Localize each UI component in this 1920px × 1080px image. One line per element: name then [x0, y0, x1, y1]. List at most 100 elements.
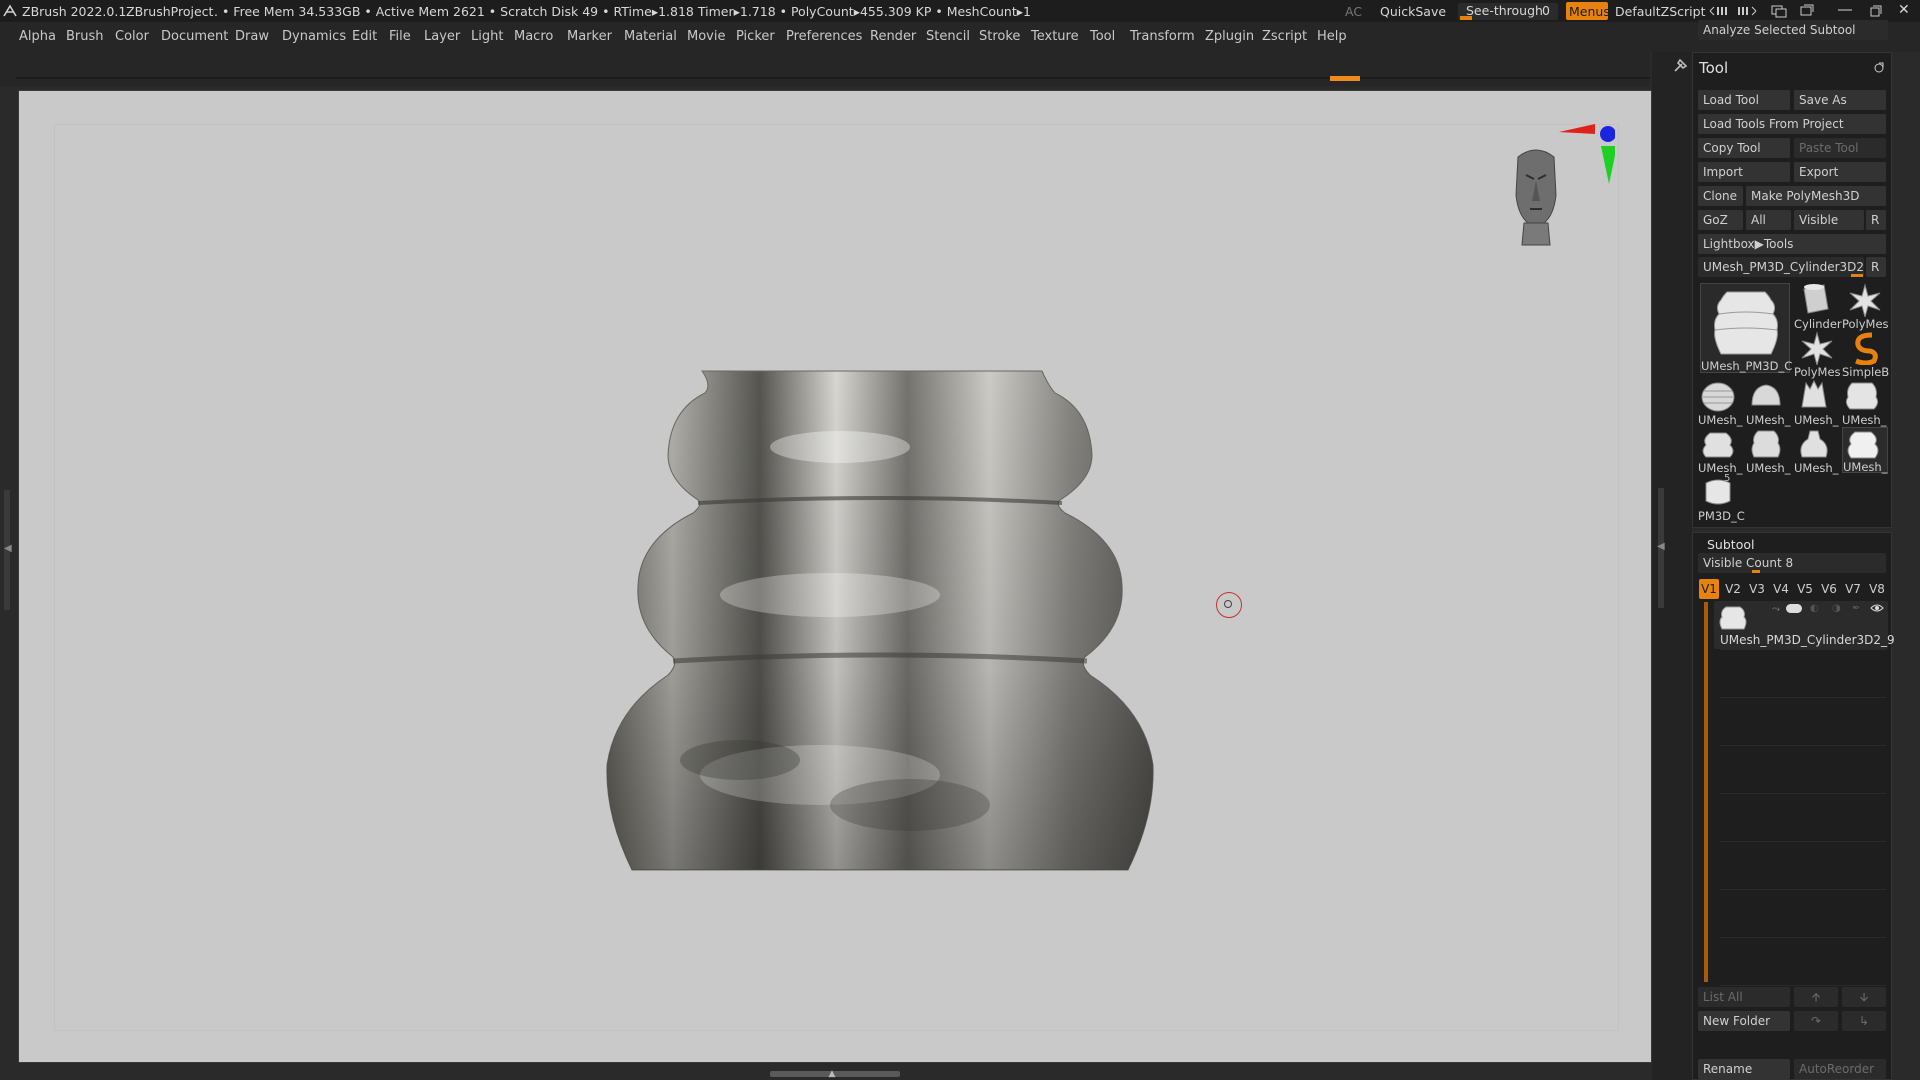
minimize-icon[interactable]: ― [1838, 2, 1852, 18]
new-folder-button[interactable]: New Folder [1698, 1011, 1790, 1031]
menu-movie[interactable]: Movie [687, 29, 725, 44]
layout-right-icon[interactable] [1736, 5, 1758, 17]
tool-thumb-polymesh-2[interactable]: PolyMes [1794, 331, 1841, 379]
axis-gizmo-icon[interactable] [1555, 120, 1615, 190]
version-tab-v5[interactable]: V5 [1795, 579, 1815, 599]
folder-up-icon[interactable]: ↷ [1794, 1011, 1838, 1031]
right-tray-arrow-icon[interactable]: ◀ [1657, 541, 1665, 552]
tool-thumb-umesh-6[interactable]: UMesh_ [1746, 427, 1792, 475]
layout-left-icon[interactable] [1708, 5, 1730, 17]
close-icon[interactable]: ✕ [1898, 2, 1910, 18]
menu-picker[interactable]: Picker [736, 29, 775, 44]
menu-dynamics[interactable]: Dynamics [282, 29, 346, 44]
default-zscript-button[interactable]: DefaultZScript [1615, 4, 1706, 19]
subtool-mask-icon[interactable]: ◐ [1810, 603, 1819, 614]
menu-zplugin[interactable]: Zplugin [1205, 29, 1254, 44]
subtool-edit-icon[interactable]: ✒ [1852, 603, 1860, 614]
tool-thumb-umesh-4[interactable]: UMesh_ [1842, 379, 1888, 427]
clone-button[interactable]: Clone [1698, 186, 1743, 206]
paste-tool-button[interactable]: Paste Tool [1794, 138, 1886, 158]
copy-tool-button[interactable]: Copy Tool [1698, 138, 1790, 158]
version-tab-v2[interactable]: V2 [1723, 579, 1743, 599]
subtool-eye-icon[interactable] [1870, 603, 1884, 613]
import-button[interactable]: Import [1698, 162, 1790, 182]
tool-thumb-umesh-8[interactable]: UMesh_ [1842, 427, 1888, 474]
tool-thumb-umesh-2[interactable]: UMesh_ [1746, 379, 1792, 427]
menu-stencil[interactable]: Stencil [926, 29, 970, 44]
save-as-button[interactable]: Save As [1794, 90, 1886, 110]
version-tab-v6[interactable]: V6 [1819, 579, 1839, 599]
tool-thumb-polymesh-1[interactable]: PolyMes [1842, 283, 1889, 331]
version-tab-v3[interactable]: V3 [1747, 579, 1767, 599]
version-tab-v7[interactable]: V7 [1843, 579, 1863, 599]
list-all-button[interactable]: List All [1698, 987, 1790, 1007]
window-layout-icon[interactable] [1770, 4, 1788, 18]
menu-material[interactable]: Material [624, 29, 677, 44]
menu-file[interactable]: File [389, 29, 411, 44]
move-up-icon[interactable]: 🡩 [1794, 987, 1838, 1007]
project-name[interactable]: ZBrushProject [126, 4, 213, 19]
menu-marker[interactable]: Marker [567, 29, 612, 44]
menu-stroke[interactable]: Stroke [979, 29, 1020, 44]
bottom-tray-arrow-icon[interactable]: ▲ [822, 1069, 842, 1079]
tool-thumb-umesh-3[interactable]: UMesh_ [1794, 379, 1840, 427]
load-tools-from-project-button[interactable]: Load Tools From Project [1698, 114, 1886, 134]
version-tab-v4[interactable]: V4 [1771, 579, 1791, 599]
menu-texture[interactable]: Texture [1031, 29, 1079, 44]
move-down-icon[interactable]: 🡫 [1842, 987, 1886, 1007]
menu-tool[interactable]: Tool [1090, 29, 1115, 44]
menu-macro[interactable]: Macro [514, 29, 553, 44]
tool-thumb-umesh-1[interactable]: UMesh_ [1698, 379, 1744, 427]
menu-alpha[interactable]: Alpha [19, 29, 56, 44]
menu-preferences[interactable]: Preferences [786, 29, 862, 44]
vase-mesh[interactable] [580, 365, 1160, 875]
menu-draw[interactable]: Draw [235, 29, 269, 44]
menu-layer[interactable]: Layer [424, 29, 460, 44]
menu-light[interactable]: Light [471, 29, 503, 44]
goz-r-button[interactable]: R [1866, 210, 1886, 230]
tool-thumb-pm3d[interactable]: 5 PM3D_C [1698, 473, 1745, 523]
goz-button[interactable]: GoZ [1698, 210, 1743, 230]
subtool-brush-icon[interactable]: ⤳ [1772, 604, 1780, 615]
main-tool-thumbnail[interactable]: UMesh_PM3D_C [1700, 283, 1792, 373]
autoreorder-button[interactable]: AutoReorder [1794, 1059, 1886, 1079]
menu-brush[interactable]: Brush [66, 29, 104, 44]
restore-layout-icon[interactable] [1798, 4, 1816, 18]
maximize-icon[interactable] [1870, 5, 1882, 17]
export-button[interactable]: Export [1794, 162, 1886, 182]
shelf-marker[interactable] [1330, 76, 1360, 81]
tool-thumb-umesh-7[interactable]: UMesh_ [1794, 427, 1840, 475]
menu-help[interactable]: Help [1317, 29, 1347, 44]
tool-thumb-simplebrush[interactable]: SimpleB [1842, 331, 1889, 379]
tool-thumb-umesh-5[interactable]: UMesh_ [1698, 427, 1744, 475]
visible-count-slider[interactable]: Visible Count 8 [1698, 553, 1886, 573]
current-tool-r-button[interactable]: R [1866, 257, 1886, 277]
palette-popout-icon[interactable] [1873, 62, 1885, 74]
version-tab-v8[interactable]: V8 [1867, 579, 1887, 599]
subtool-lock-icon[interactable]: ◑ [1832, 603, 1841, 614]
menu-transform[interactable]: Transform [1130, 29, 1195, 44]
subtool-polypaint-icon[interactable] [1786, 604, 1802, 613]
current-tool-slider[interactable]: UMesh_PM3D_Cylinder3D2_9 [1698, 257, 1864, 277]
subtool-scrollbar[interactable] [1704, 602, 1708, 982]
menus-toggle[interactable]: Menus [1566, 2, 1610, 20]
goz-all-button[interactable]: All [1746, 210, 1791, 230]
menu-color[interactable]: Color [115, 29, 149, 44]
rename-button[interactable]: Rename [1698, 1059, 1790, 1079]
tool-thumb-cylinder[interactable]: Cylinder [1794, 283, 1842, 331]
subtool-title[interactable]: Subtool [1707, 537, 1754, 552]
left-tray-arrow-icon[interactable]: ◀ [4, 543, 12, 554]
analyze-subtool-button[interactable]: Analyze Selected Subtool [1698, 20, 1888, 40]
make-polymesh-button[interactable]: Make PolyMesh3D [1746, 186, 1886, 206]
quicksave-button[interactable]: QuickSave [1380, 4, 1446, 19]
folder-down-icon[interactable]: ↳ [1842, 1011, 1886, 1031]
subtool-item[interactable]: ⤳ ◐ ◑ ✒ UMesh_PM3D_Cylinder3D2_9 [1714, 601, 1895, 649]
menu-document[interactable]: Document [161, 29, 228, 44]
version-tab-v1[interactable]: V1 [1699, 579, 1719, 599]
seethrough-slider[interactable]: See-through 0 [1458, 3, 1558, 20]
menu-render[interactable]: Render [870, 29, 916, 44]
goz-visible-button[interactable]: Visible [1794, 210, 1864, 230]
lightbox-tools-button[interactable]: Lightbox▶Tools [1698, 234, 1886, 254]
menu-zscript[interactable]: Zscript [1262, 29, 1307, 44]
ac-label[interactable]: AC [1345, 4, 1362, 19]
